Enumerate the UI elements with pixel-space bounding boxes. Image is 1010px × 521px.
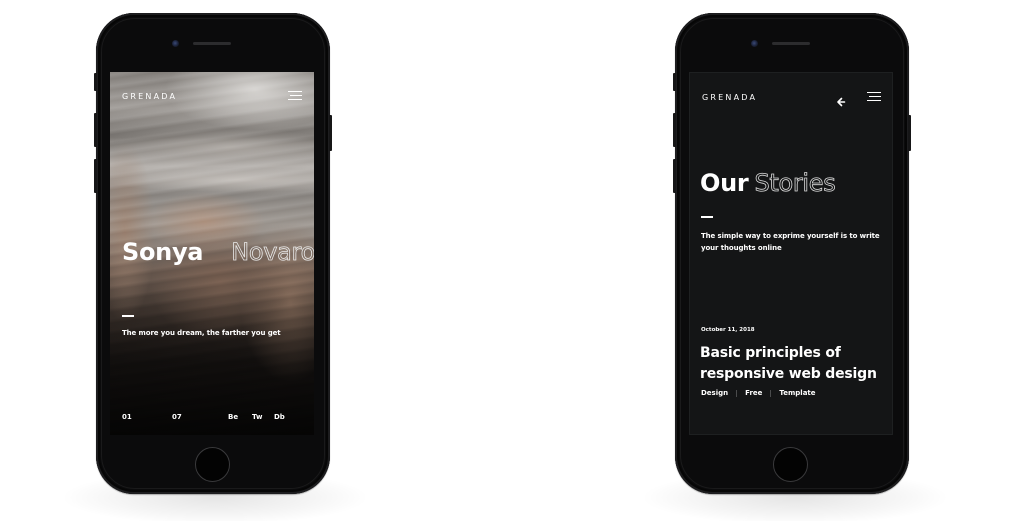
home-button — [773, 447, 808, 482]
mute-switch — [94, 73, 97, 91]
hero-name: Sonya Novaro — [122, 238, 314, 267]
power-button — [329, 115, 332, 151]
post-tag[interactable]: Template — [779, 389, 815, 397]
hero-last-name: Novaro — [231, 238, 314, 267]
earpiece-speaker — [772, 42, 810, 45]
power-button — [908, 115, 911, 151]
hamburger-menu-icon[interactable] — [288, 91, 302, 101]
earpiece-speaker — [193, 42, 231, 45]
volume-down-button — [673, 159, 676, 193]
phone-mockup-stories: GRENADA Our Stories The simple way to exp… — [673, 13, 911, 494]
post-tag[interactable]: Free — [745, 389, 762, 397]
divider-dash — [122, 315, 134, 317]
phone-mockup-hero: GRENADA Sonya Novaro The more you dream, … — [94, 13, 332, 494]
page-title-solid: Our — [700, 169, 749, 197]
brand-logo[interactable]: GRENADA — [702, 93, 757, 102]
page-title-outline: Stories — [754, 169, 836, 198]
slide-current: 01 — [122, 413, 132, 421]
post-tag[interactable]: Design — [701, 389, 728, 397]
mute-switch — [673, 73, 676, 91]
brand-logo[interactable]: GRENADA — [122, 92, 177, 101]
divider-dash — [701, 216, 713, 218]
post-tags: Design Free Template — [701, 389, 816, 397]
arrow-left-icon[interactable] — [836, 92, 846, 107]
tag-separator — [770, 389, 772, 397]
volume-up-button — [673, 113, 676, 147]
hamburger-menu-icon[interactable] — [867, 92, 881, 102]
tag-separator — [736, 389, 738, 397]
volume-down-button — [94, 159, 97, 193]
front-camera — [751, 40, 758, 47]
page-description: The simple way to exprime yourself is to… — [701, 232, 880, 252]
hero-footer: 01 07 Be Tw Db — [110, 413, 314, 423]
slide-total: 07 — [172, 413, 182, 421]
phone-screen: GRENADA Sonya Novaro The more you dream, … — [110, 72, 314, 435]
volume-up-button — [94, 113, 97, 147]
social-link-twitter[interactable]: Tw — [252, 413, 262, 421]
page-title: Our Stories — [700, 169, 836, 198]
home-button — [195, 447, 230, 482]
post-title[interactable]: Basic principles of responsive web desig… — [700, 343, 890, 384]
hero-first-name: Sonya — [122, 238, 204, 266]
social-link-behance[interactable]: Be — [228, 413, 238, 421]
front-camera — [172, 40, 179, 47]
social-link-dribbble[interactable]: Db — [274, 413, 285, 421]
phone-screen: GRENADA Our Stories The simple way to exp… — [689, 72, 893, 435]
hero-tagline: The more you dream, the farther you get — [122, 329, 281, 337]
post-date: October 11, 2018 — [701, 327, 755, 333]
